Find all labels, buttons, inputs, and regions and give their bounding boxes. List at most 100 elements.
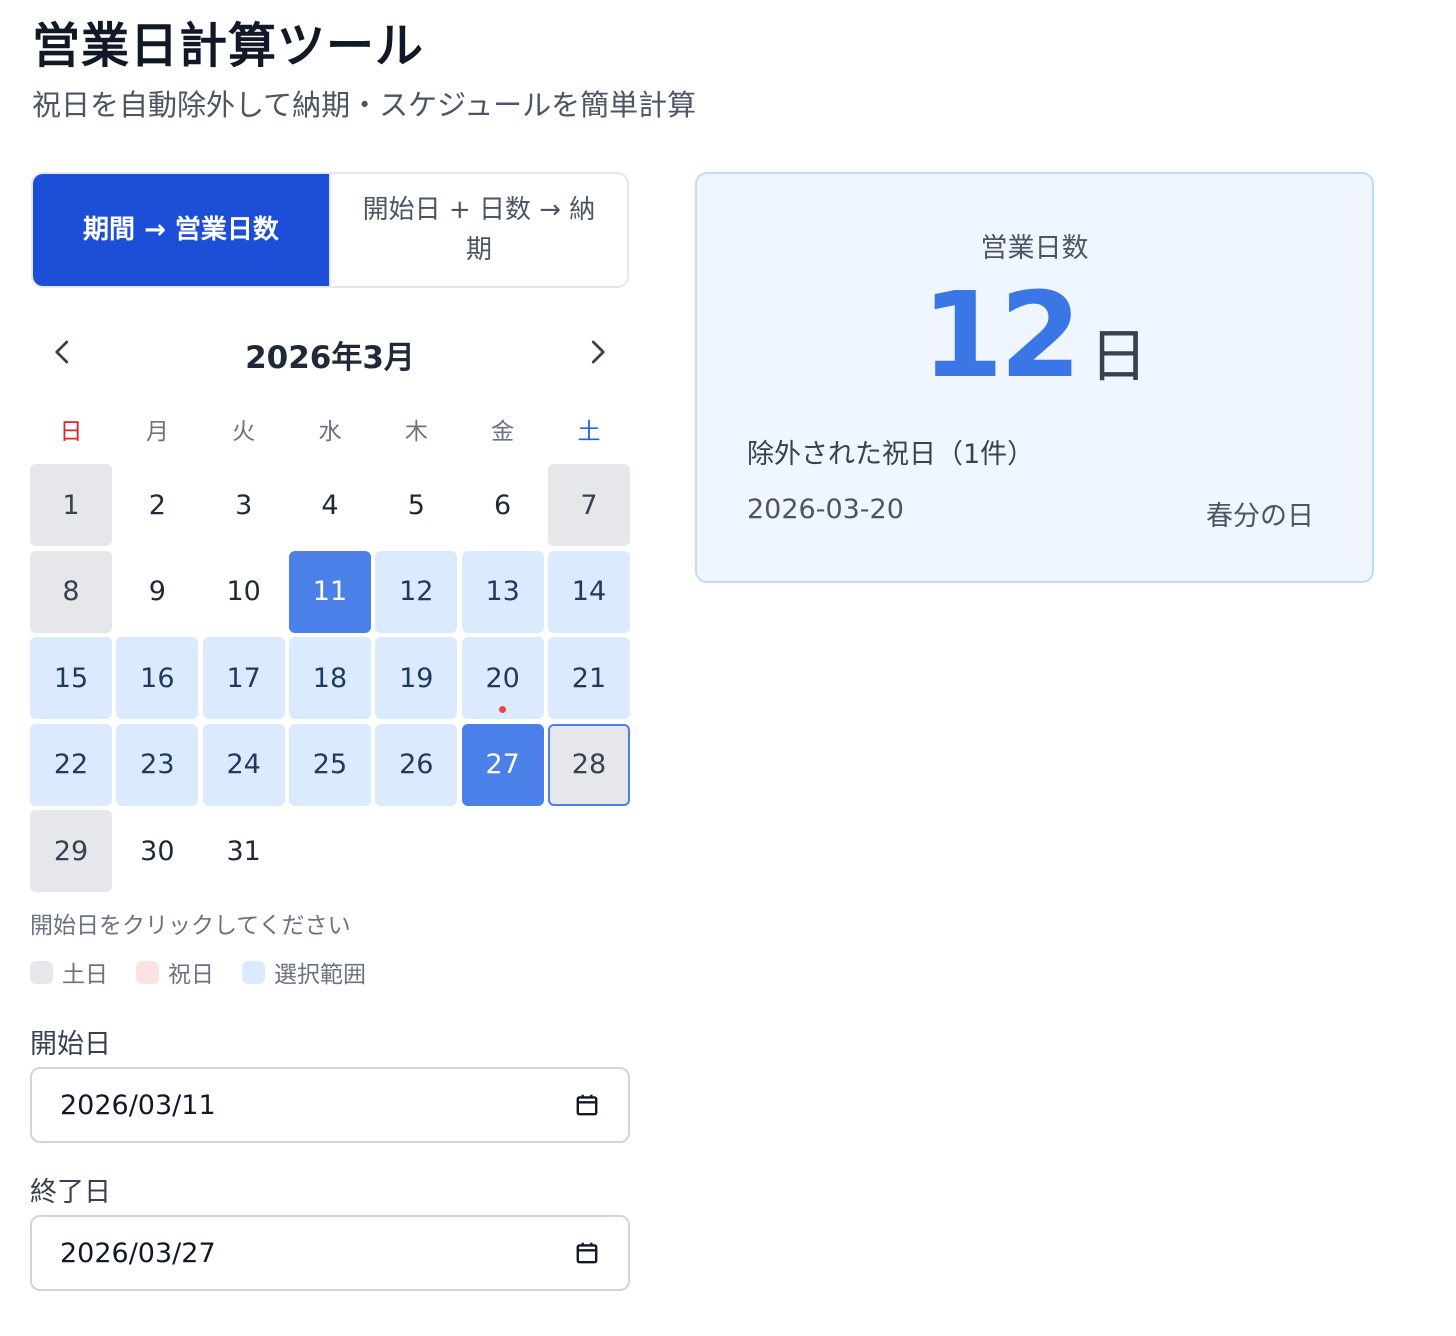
chevron-right-icon [591, 340, 605, 364]
calendar-day-number: 26 [399, 749, 434, 780]
legend-label: 選択範囲 [274, 962, 366, 988]
calendar-day[interactable]: 2 [116, 464, 198, 546]
calendar-day-number: 30 [140, 835, 175, 867]
calendar-day-number: 4 [321, 489, 339, 521]
next-month-button[interactable] [571, 326, 623, 378]
tab-period-to-business-days[interactable]: 期間 → 営業日数 [33, 174, 329, 286]
legend-label: 土日 [62, 962, 108, 988]
calendar-day-number: 25 [312, 749, 348, 780]
calendar-day-number: 13 [485, 576, 520, 607]
weekday-label: 金 [491, 419, 515, 445]
calendar-day[interactable]: 30 [116, 810, 198, 892]
end-date-label: 終了日 [30, 1177, 111, 1208]
page-subtitle: 祝日を自動除外して納期・スケジュールを簡単計算 [32, 88, 697, 122]
calendar-day-number: 2 [148, 489, 166, 521]
calendar-day-number: 12 [399, 576, 434, 607]
calendar-day-number: 7 [580, 489, 598, 521]
calendar-legend: 土日 祝日 選択範囲 [30, 954, 394, 990]
calendar-header: 2026年3月 [31, 320, 629, 384]
calendar-day-number: 10 [226, 576, 261, 607]
legend-swatch-range [242, 960, 265, 984]
calendar-day[interactable]: 22 [30, 723, 112, 806]
holiday-name: 春分の日 [1206, 501, 1314, 532]
calendar-day[interactable]: 13 [461, 550, 544, 633]
calendar-day[interactable]: 26 [375, 723, 458, 806]
calendar-day[interactable]: 17 [202, 637, 285, 719]
legend-swatch-holiday [136, 960, 159, 984]
calendar-day[interactable]: 12 [375, 550, 458, 633]
calendar-day-number: 22 [53, 749, 89, 780]
legend-item-weekend: 土日 [30, 955, 108, 989]
legend-item-holiday: 祝日 [136, 955, 214, 989]
start-date-value: 2026/03/11 [60, 1089, 216, 1121]
calendar-day[interactable]: 1 [30, 464, 112, 546]
calendar-day[interactable]: 15 [30, 637, 112, 719]
calendar-day-number: 15 [53, 662, 89, 694]
calendar-month-label: 2026年3月 [245, 340, 415, 376]
calendar-day[interactable]: 14 [547, 550, 630, 633]
calendar-day[interactable]: 3 [203, 464, 285, 546]
calendar-day-number: 20 [485, 662, 520, 694]
calendar-day[interactable]: 23 [116, 723, 199, 806]
calendar-day-number: 1 [62, 489, 80, 521]
calendar-day-number: 21 [571, 662, 607, 694]
holiday-dot [499, 706, 507, 713]
weekday-label: 日 [59, 419, 83, 445]
calendar-day[interactable]: 31 [203, 810, 285, 892]
calendar-day-number: 6 [494, 489, 512, 521]
calendar-day[interactable]: 25 [288, 723, 371, 806]
calendar-day[interactable]: 29 [30, 810, 112, 892]
calendar-day[interactable]: 28 [547, 723, 630, 806]
weekday-label: 月 [145, 419, 169, 445]
calendar-day[interactable]: 24 [202, 723, 285, 806]
calendar-day[interactable]: 8 [30, 550, 112, 633]
calendar-day-number: 24 [226, 749, 261, 780]
end-date-value: 2026/03/27 [60, 1237, 216, 1269]
calendar-day[interactable]: 19 [375, 637, 458, 719]
result-label: 営業日数 [980, 233, 1089, 264]
weekday-label: 火 [232, 419, 256, 445]
calendar-day[interactable]: 20 [461, 637, 544, 719]
start-date-label: 開始日 [30, 1029, 111, 1060]
weekday-header: 日 月 火 水 木 金 土 [30, 414, 630, 450]
calendar-day-number: 31 [226, 835, 261, 867]
business-days-count: 12 [921, 266, 1081, 404]
calendar-day[interactable]: 21 [547, 637, 630, 719]
calendar-day-number: 27 [485, 749, 520, 780]
calendar-hint: 開始日をクリックしてください [30, 913, 351, 939]
calendar-day-number: 5 [407, 489, 425, 521]
excluded-holiday-row: 2026-03-20 春分の日 [747, 494, 1314, 533]
calendar-day[interactable]: 6 [462, 464, 544, 546]
calendar-day-number: 28 [571, 749, 607, 780]
end-date-input[interactable]: 2026/03/27 [30, 1215, 630, 1291]
calendar-day[interactable]: 18 [288, 637, 371, 719]
calendar-day[interactable]: 11 [288, 550, 371, 633]
calendar-day[interactable]: 9 [116, 551, 198, 633]
calendar-day[interactable]: 10 [203, 551, 285, 633]
calendar-icon[interactable] [574, 1092, 600, 1118]
calendar-day-number: 9 [148, 576, 166, 607]
legend-swatch-weekend [30, 960, 53, 984]
mode-tabs: 期間 → 営業日数 開始日 + 日数 → 納期 [31, 172, 629, 288]
calendar-day-number: 3 [235, 489, 253, 521]
business-days-unit: 日 [1089, 322, 1148, 390]
legend-label: 祝日 [168, 962, 214, 988]
calendar-day[interactable]: 5 [375, 464, 457, 546]
calendar-day-number: 23 [140, 749, 175, 780]
calendar-icon[interactable] [574, 1240, 600, 1266]
weekday-label: 水 [318, 419, 342, 445]
calendar-day[interactable]: 16 [116, 637, 199, 719]
calendar-day-number: 18 [312, 662, 348, 694]
calendar-day-number: 17 [226, 662, 261, 694]
start-date-input[interactable]: 2026/03/11 [30, 1067, 630, 1143]
excluded-holidays-heading: 除外された祝日（1件） [747, 439, 1035, 470]
calendar-day[interactable]: 27 [461, 723, 544, 806]
calendar-day-number: 11 [312, 576, 348, 607]
calendar-day-number: 16 [140, 662, 175, 694]
result-card: 営業日数 12 日 除外された祝日（1件） 2026-03-20 春分の日 [695, 172, 1374, 583]
tab-start-plus-days-to-deadline[interactable]: 開始日 + 日数 → 納期 [329, 174, 627, 286]
calendar-day[interactable]: 7 [547, 464, 630, 546]
calendar-day[interactable]: 4 [289, 464, 371, 546]
legend-item-range: 選択範囲 [242, 955, 366, 989]
calendar-day-number: 14 [571, 576, 607, 607]
